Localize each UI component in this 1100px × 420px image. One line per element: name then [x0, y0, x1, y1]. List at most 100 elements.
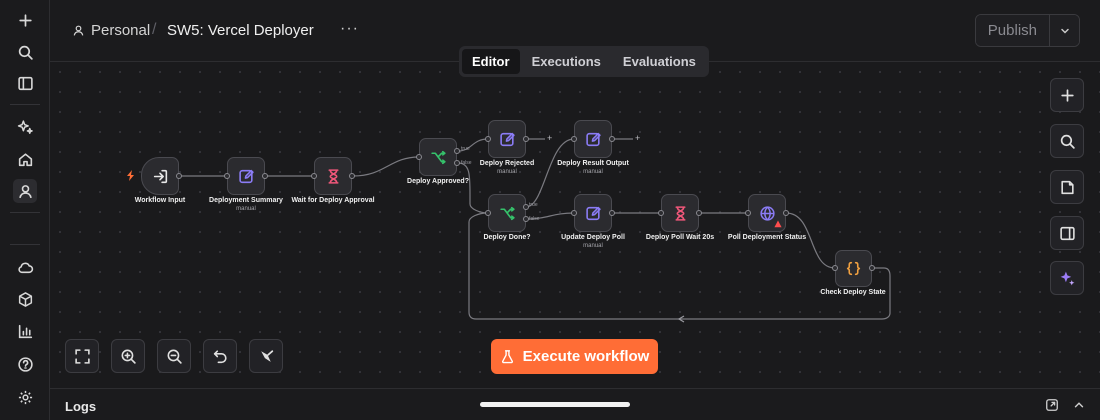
execute-workflow-button[interactable]: Execute workflow [491, 339, 658, 374]
settings-icon[interactable] [13, 385, 37, 409]
toggle-panel-button[interactable] [1050, 216, 1084, 250]
input-handle[interactable] [571, 136, 577, 142]
node-check-deploy-state[interactable] [835, 250, 872, 287]
node-label: Workflow Input [134, 197, 186, 204]
output-handle[interactable] [609, 136, 615, 142]
ai-assistant-button[interactable] [1050, 261, 1084, 295]
cloud-icon[interactable] [13, 255, 37, 279]
node-label: Update Deploy Poll [561, 234, 625, 241]
logs-panel[interactable]: Logs [50, 388, 1100, 420]
sidebar-toggle-icon[interactable] [13, 71, 37, 95]
add-icon[interactable] [13, 8, 37, 32]
zoom-in-button[interactable] [111, 339, 145, 373]
node-sublabel: manual [583, 169, 603, 175]
zoom-in-icon [121, 349, 136, 364]
node-sublabel: manual [583, 243, 603, 249]
user-icon[interactable] [13, 179, 37, 203]
input-handle[interactable] [832, 265, 838, 271]
breadcrumb-owner[interactable]: Personal [72, 22, 150, 39]
node-poll-deployment-status[interactable] [748, 194, 786, 232]
output-handle[interactable] [696, 210, 702, 216]
plus-icon [1060, 88, 1074, 102]
zoom-out-button[interactable] [157, 339, 191, 373]
node-deploy-result-output[interactable] [574, 120, 612, 158]
add-node-icon[interactable]: + [547, 133, 552, 143]
output-handle[interactable] [454, 148, 460, 154]
node-deploy-done[interactable] [488, 194, 526, 232]
node-deploy-approved[interactable] [419, 138, 457, 176]
edit-icon [238, 169, 254, 183]
tidy-up-button[interactable] [249, 339, 283, 373]
user-icon [73, 25, 84, 36]
package-icon[interactable] [13, 287, 37, 311]
logs-title: Logs [65, 399, 97, 414]
input-handle[interactable] [571, 210, 577, 216]
undo-button[interactable] [203, 339, 237, 373]
search-icon [1060, 134, 1075, 149]
add-node-icon[interactable]: + [635, 133, 640, 143]
output-handle[interactable] [523, 204, 529, 210]
output-handle[interactable] [783, 210, 789, 216]
more-options-button[interactable]: ··· [340, 20, 359, 38]
input-handle[interactable] [745, 210, 751, 216]
chevron-up-icon[interactable] [1072, 398, 1086, 412]
node-deploy-poll-wait[interactable] [661, 194, 699, 232]
node-sublabel: manual [497, 169, 517, 175]
output-handle[interactable] [262, 173, 268, 179]
if-branch-icon [499, 206, 515, 220]
zoom-out-icon [167, 349, 182, 364]
tab-editor[interactable]: Editor [462, 49, 520, 74]
input-handle[interactable] [224, 173, 230, 179]
pop-out-icon[interactable] [1045, 398, 1059, 412]
undo-icon [213, 349, 227, 363]
flask-icon [501, 350, 513, 364]
trigger-bolt-icon [127, 170, 134, 181]
divider [10, 104, 40, 105]
input-handle[interactable] [485, 136, 491, 142]
input-handle[interactable] [485, 210, 491, 216]
breadcrumb-separator: / [152, 21, 157, 38]
home-icon[interactable] [13, 147, 37, 171]
output-handle[interactable] [869, 265, 875, 271]
owner-label: Personal [91, 22, 151, 39]
search-nodes-button[interactable] [1050, 124, 1084, 158]
sticky-note-button[interactable] [1050, 170, 1084, 204]
publish-button[interactable]: Publish [975, 15, 1049, 46]
output-handle[interactable] [349, 173, 355, 179]
search-icon[interactable] [13, 40, 37, 64]
sparkles-icon[interactable] [13, 115, 37, 139]
broom-icon [260, 349, 273, 362]
output-handle[interactable] [523, 136, 529, 142]
input-handle[interactable] [658, 210, 664, 216]
tab-executions[interactable]: Executions [522, 49, 611, 74]
left-sidebar [0, 0, 50, 420]
input-handle[interactable] [311, 173, 317, 179]
hourglass-icon [327, 168, 339, 184]
tab-evaluations[interactable]: Evaluations [613, 49, 706, 74]
node-workflow-input[interactable] [141, 157, 179, 195]
input-handle[interactable] [416, 154, 422, 160]
sticky-note-icon [1060, 180, 1074, 194]
workflow-title[interactable]: SW5: Vercel Deployer [167, 22, 314, 39]
node-deploy-rejected[interactable] [488, 120, 526, 158]
node-deployment-summary[interactable] [227, 157, 265, 195]
node-update-deploy-poll[interactable] [574, 194, 612, 232]
edit-icon [499, 132, 515, 146]
panel-right-icon [1059, 226, 1075, 240]
add-node-button[interactable] [1050, 78, 1084, 112]
output-handle[interactable] [176, 173, 182, 179]
output-handle[interactable] [454, 160, 460, 166]
globe-icon [759, 205, 775, 221]
output-handle[interactable] [609, 210, 615, 216]
output-handle[interactable] [523, 216, 529, 222]
node-label: Deploy Rejected [479, 160, 535, 167]
help-icon[interactable] [13, 352, 37, 376]
node-label: Poll Deployment Status [727, 234, 807, 241]
node-wait-for-deploy-approval[interactable] [314, 157, 352, 195]
publish-dropdown-button[interactable] [1049, 15, 1079, 46]
warning-icon [774, 220, 782, 228]
edit-icon [585, 206, 601, 220]
fit-view-button[interactable] [65, 339, 99, 373]
bar-chart-icon[interactable] [13, 319, 37, 343]
node-label: Deploy Poll Wait 20s [645, 234, 715, 241]
